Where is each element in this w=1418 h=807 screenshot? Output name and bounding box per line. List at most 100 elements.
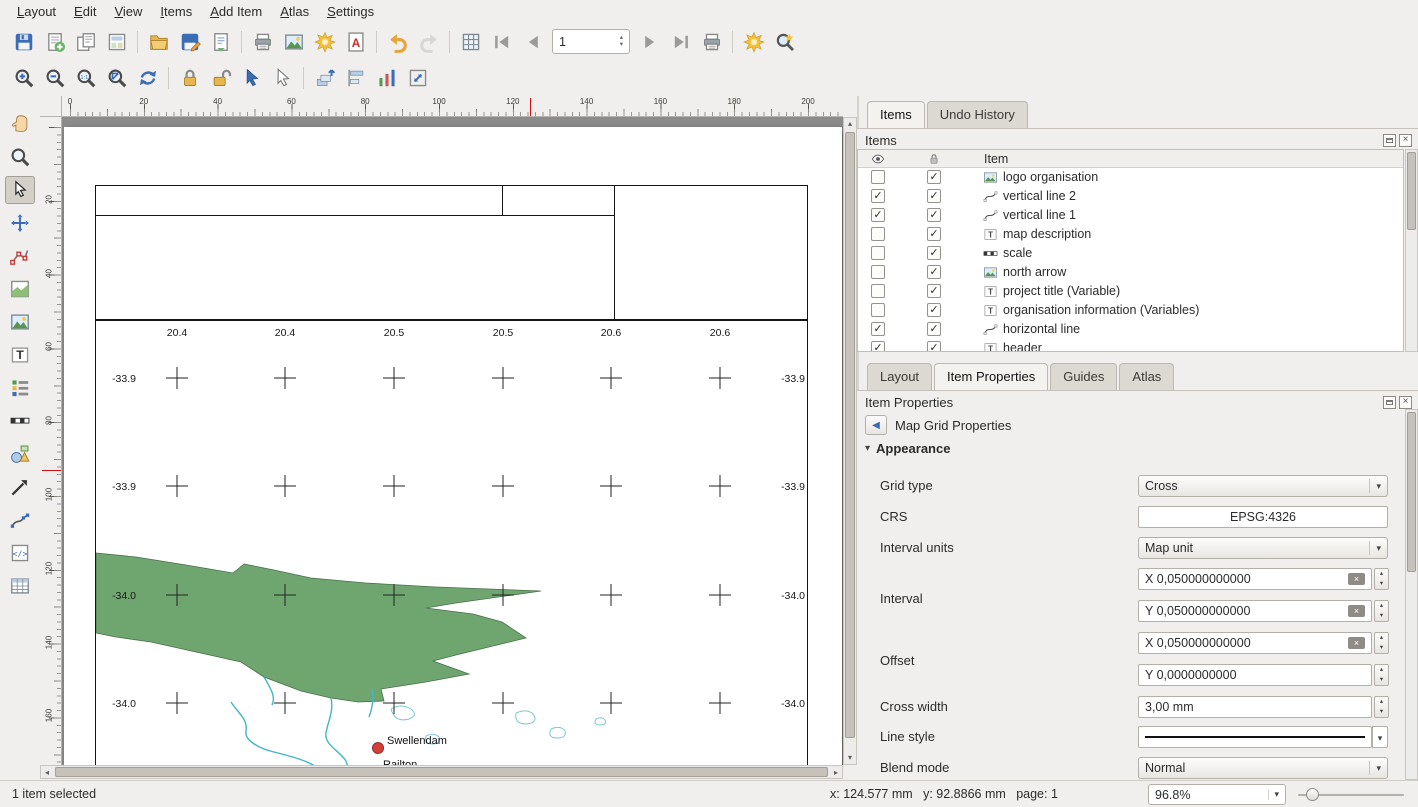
lock-checkbox[interactable] (927, 265, 941, 279)
tab-layout[interactable]: Layout (867, 363, 932, 390)
lock-checkbox[interactable] (927, 227, 941, 241)
tab-undo-history[interactable]: Undo History (927, 101, 1028, 128)
tab-atlas[interactable]: Atlas (1119, 363, 1174, 390)
first-feature-button[interactable] (486, 27, 517, 57)
deselect-all-button[interactable] (267, 63, 298, 93)
save-as-template-button[interactable] (174, 27, 205, 57)
pan-tool-button[interactable] (5, 110, 35, 138)
menu-add-item[interactable]: Add Item (201, 1, 271, 22)
clear-field-icon[interactable]: × (1348, 605, 1365, 617)
cross-width-input[interactable]: 3,00 mm (1138, 696, 1372, 718)
visibility-checkbox[interactable] (871, 170, 885, 184)
export-atlas-button[interactable] (738, 27, 769, 57)
scrollbar-thumb[interactable] (845, 132, 855, 738)
visibility-checkbox[interactable] (871, 208, 885, 222)
item-row[interactable]: Tmap description (858, 225, 1403, 244)
tab-guides[interactable]: Guides (1050, 363, 1117, 390)
visibility-checkbox[interactable] (871, 303, 885, 317)
print-atlas-button[interactable] (696, 27, 727, 57)
menu-edit[interactable]: Edit (65, 1, 105, 22)
offset-y-spinner[interactable]: ▴▾ (1374, 664, 1389, 686)
add-shape-button[interactable] (5, 440, 35, 468)
add-scalebar-button[interactable] (5, 407, 35, 435)
canvas-horizontal-scrollbar[interactable]: ◂ ▸ (40, 765, 843, 779)
offset-x-input[interactable]: X 0,050000000000 × (1138, 632, 1372, 654)
resize-selected-items-button[interactable] (402, 63, 433, 93)
lock-selected-items-button[interactable] (174, 63, 205, 93)
blend-mode-select[interactable]: Normal ▾ (1138, 757, 1388, 779)
lock-checkbox[interactable] (927, 322, 941, 336)
item-row[interactable]: Tproject title (Variable) (858, 282, 1403, 301)
zoom-actual-button[interactable]: 1:1 (70, 63, 101, 93)
scrollbar-thumb[interactable] (1407, 152, 1416, 230)
canvas-vertical-scrollbar[interactable]: ▴ ▾ (843, 117, 857, 765)
header-rectangle-item[interactable] (95, 185, 808, 320)
interval-x-input[interactable]: X 0,050000000000 × (1138, 568, 1372, 590)
undock-icon[interactable] (1383, 396, 1396, 409)
move-item-content-button[interactable] (5, 209, 35, 237)
close-icon[interactable]: × (1399, 134, 1412, 147)
distribute-selected-items-button[interactable] (371, 63, 402, 93)
tab-item-properties[interactable]: Item Properties (934, 363, 1048, 390)
page-input-spinner[interactable]: ▴▾ (620, 35, 623, 48)
visibility-checkbox[interactable] (871, 227, 885, 241)
add-attribute-table-button[interactable] (5, 572, 35, 600)
horizontal-line-item[interactable] (95, 215, 615, 216)
item-row[interactable]: vertical line 1 (858, 206, 1403, 225)
add-label-button[interactable]: T (5, 341, 35, 369)
vertical-ruler[interactable]: 20406080100120140160 (40, 117, 62, 765)
item-row[interactable]: horizontal line (858, 320, 1403, 339)
offset-y-input[interactable]: Y 0,0000000000 (1138, 664, 1372, 686)
properties-scrollbar[interactable] (1405, 409, 1418, 780)
add-arrow-button[interactable] (5, 473, 35, 501)
lock-checkbox[interactable] (927, 246, 941, 260)
menu-layout[interactable]: Layout (8, 1, 65, 22)
lock-checkbox[interactable] (927, 341, 941, 352)
cross-width-spinner[interactable]: ▴▾ (1374, 696, 1389, 718)
interval-units-select[interactable]: Map unit ▾ (1138, 537, 1388, 559)
item-row[interactable]: north arrow (858, 263, 1403, 282)
lock-checkbox[interactable] (927, 284, 941, 298)
item-row[interactable]: vertical line 2 (858, 187, 1403, 206)
atlas-page-input[interactable]: 1▴▾ (552, 29, 630, 54)
item-row[interactable]: logo organisation (858, 168, 1403, 187)
add-picture-button[interactable] (5, 308, 35, 336)
interval-x-spinner[interactable]: ▴▾ (1374, 568, 1389, 590)
add-map-button[interactable] (5, 275, 35, 303)
new-from-template-button[interactable] (205, 27, 236, 57)
layout-manager-button[interactable] (101, 27, 132, 57)
offset-x-spinner[interactable]: ▴▾ (1374, 632, 1389, 654)
map-item[interactable]: 20.420.420.520.520.620.6-33.9-33.9-33.9-… (95, 320, 808, 765)
clear-field-icon[interactable]: × (1348, 573, 1365, 585)
next-feature-button[interactable] (634, 27, 665, 57)
scrollbar-thumb[interactable] (1407, 412, 1416, 572)
grid-type-select[interactable]: Cross ▾ (1138, 475, 1388, 497)
add-html-frame-button[interactable]: </> (5, 539, 35, 567)
items-scrollbar[interactable] (1405, 149, 1418, 352)
visibility-checkbox[interactable] (871, 265, 885, 279)
print-layout-button[interactable] (247, 27, 278, 57)
zoom-slider[interactable] (1298, 794, 1404, 796)
new-layout-button[interactable] (39, 27, 70, 57)
undo-button[interactable] (382, 27, 413, 57)
scrollbar-thumb[interactable] (55, 767, 828, 777)
interval-y-input[interactable]: Y 0,050000000000 × (1138, 600, 1372, 622)
zoom-tool-button[interactable] (5, 143, 35, 171)
vertical-line-2-item[interactable] (502, 185, 503, 215)
visibility-checkbox[interactable] (871, 189, 885, 203)
menu-settings[interactable]: Settings (318, 1, 383, 22)
select-move-item-button[interactable] (5, 176, 35, 204)
crs-field[interactable]: EPSG:4326 (1138, 506, 1388, 528)
layout-page[interactable]: 20.420.420.520.520.620.6-33.9-33.9-33.9-… (64, 127, 842, 765)
export-image-button[interactable] (278, 27, 309, 57)
tab-items[interactable]: Items (867, 101, 925, 128)
lock-checkbox[interactable] (927, 208, 941, 222)
scroll-right-icon[interactable]: ▸ (830, 766, 842, 778)
interval-y-spinner[interactable]: ▴▾ (1374, 600, 1389, 622)
line-style-button[interactable] (1138, 726, 1372, 748)
line-style-dropdown[interactable]: ▾ (1372, 726, 1388, 748)
vertical-line-1-item[interactable] (614, 185, 615, 320)
menu-atlas[interactable]: Atlas (271, 1, 318, 22)
export-svg-button[interactable] (309, 27, 340, 57)
close-icon[interactable]: × (1399, 396, 1412, 409)
